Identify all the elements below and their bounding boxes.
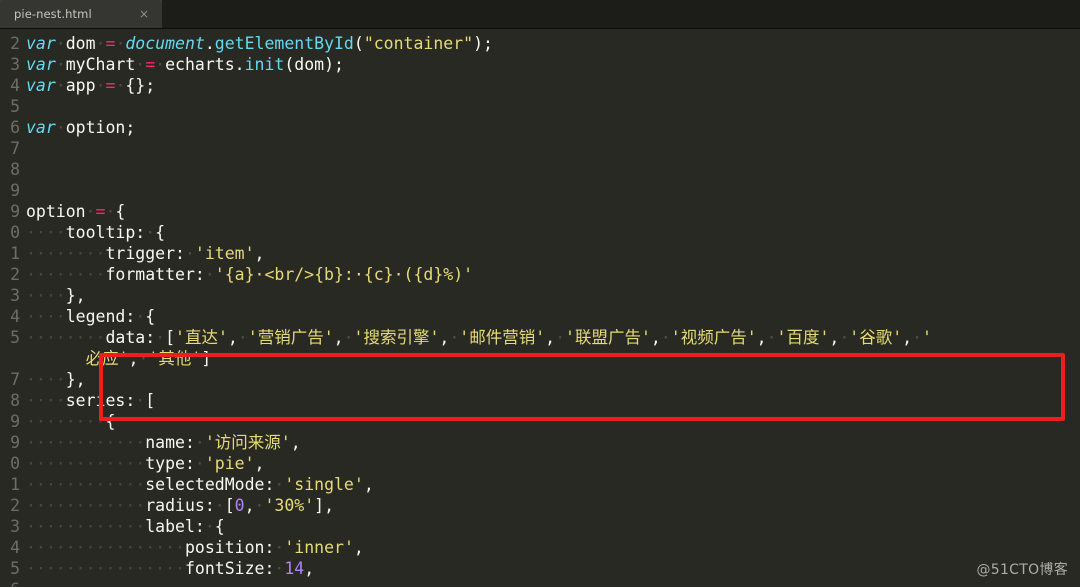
code-editor-window: pie-nest.html × 2 3 4 5 6 7 8 9 9 0 1 2 … bbox=[0, 0, 1080, 587]
code-line: var·dom·=·document.getElementById("conta… bbox=[26, 34, 493, 53]
tab-bar: pie-nest.html × bbox=[0, 0, 1080, 29]
code-line: ········formatter:·'{a}·<br/>{b}:·{c}·({… bbox=[26, 265, 474, 284]
line-number: 1 bbox=[10, 244, 20, 263]
code-line: ····legend:·{ bbox=[26, 307, 156, 326]
code-line: var·app·=·{}; bbox=[26, 76, 156, 95]
code-line: ····tooltip:·{ bbox=[26, 223, 166, 242]
code-line: var·myChart·=·echarts.init(dom); bbox=[26, 55, 344, 74]
code-lines[interactable]: var·dom·=·document.getElementById("conta… bbox=[22, 29, 1080, 587]
code-line: ············name:·'访问来源', bbox=[26, 433, 301, 452]
code-editor-area[interactable]: 2 3 4 5 6 7 8 9 9 0 1 2 3 4 5 7 8 9 9 0 … bbox=[0, 29, 1080, 587]
code-line: ············radius:·[0,·'30%'], bbox=[26, 496, 335, 515]
line-number: 8 bbox=[10, 391, 20, 410]
line-number: 3 bbox=[10, 517, 20, 536]
code-line: ····}, bbox=[26, 286, 86, 305]
line-number: 8 bbox=[10, 160, 20, 179]
code-line: ········trigger:·'item', bbox=[26, 244, 265, 263]
line-number: 9 bbox=[10, 412, 20, 431]
line-number: 4 bbox=[10, 76, 20, 95]
line-number: 7 bbox=[10, 370, 20, 389]
line-number: 6 bbox=[0, 579, 22, 587]
line-number: 2 bbox=[10, 34, 20, 53]
code-line: ················position:·'inner', bbox=[26, 538, 364, 557]
line-number: 2 bbox=[10, 496, 20, 515]
line-number: 5 bbox=[10, 97, 20, 116]
code-line: var·option; bbox=[26, 118, 136, 137]
line-number: 0 bbox=[10, 223, 20, 242]
line-number: 5 bbox=[10, 559, 20, 578]
code-line: ············selectedMode:·'single', bbox=[26, 475, 374, 494]
code-line: option·=·{ bbox=[26, 202, 126, 221]
tab-strip-empty-area bbox=[162, 0, 1080, 28]
line-number: 4 bbox=[10, 307, 20, 326]
line-number-wrap-spacer bbox=[0, 348, 22, 369]
line-number: 4 bbox=[10, 538, 20, 557]
watermark-label: @51CTO博客 bbox=[976, 562, 1068, 578]
code-line: ····series:·[ bbox=[26, 391, 156, 410]
code-line: ············label:·{ bbox=[26, 517, 225, 536]
code-line: ········{ bbox=[26, 412, 116, 431]
tab-label: pie-nest.html bbox=[14, 6, 92, 21]
line-number: 1 bbox=[10, 475, 20, 494]
line-number: 6 bbox=[10, 118, 20, 137]
tab-pie-nest-html[interactable]: pie-nest.html × bbox=[0, 0, 162, 28]
line-number: 9 bbox=[10, 202, 20, 221]
line-number: 5 bbox=[10, 328, 20, 347]
code-line-legend-data: ········data:·['直达',·'营销广告',·'搜索引擎',·'邮件… bbox=[26, 328, 932, 347]
line-number: 3 bbox=[10, 55, 20, 74]
code-line: ····}, bbox=[26, 370, 86, 389]
line-number: 9 bbox=[10, 433, 20, 452]
line-number: 7 bbox=[10, 139, 20, 158]
line-number: 9 bbox=[10, 181, 20, 200]
close-icon[interactable]: × bbox=[136, 6, 152, 22]
code-line-legend-data-wrap: 必应',·'其他'] bbox=[85, 349, 212, 368]
line-number: 2 bbox=[10, 265, 20, 284]
code-line: ············type:·'pie', bbox=[26, 454, 265, 473]
code-line: ················fontSize:·14, bbox=[26, 559, 315, 578]
line-number-gutter: 2 3 4 5 6 7 8 9 9 0 1 2 3 4 5 7 8 9 9 0 … bbox=[0, 29, 22, 587]
line-number: 0 bbox=[10, 454, 20, 473]
line-number: 3 bbox=[10, 286, 20, 305]
